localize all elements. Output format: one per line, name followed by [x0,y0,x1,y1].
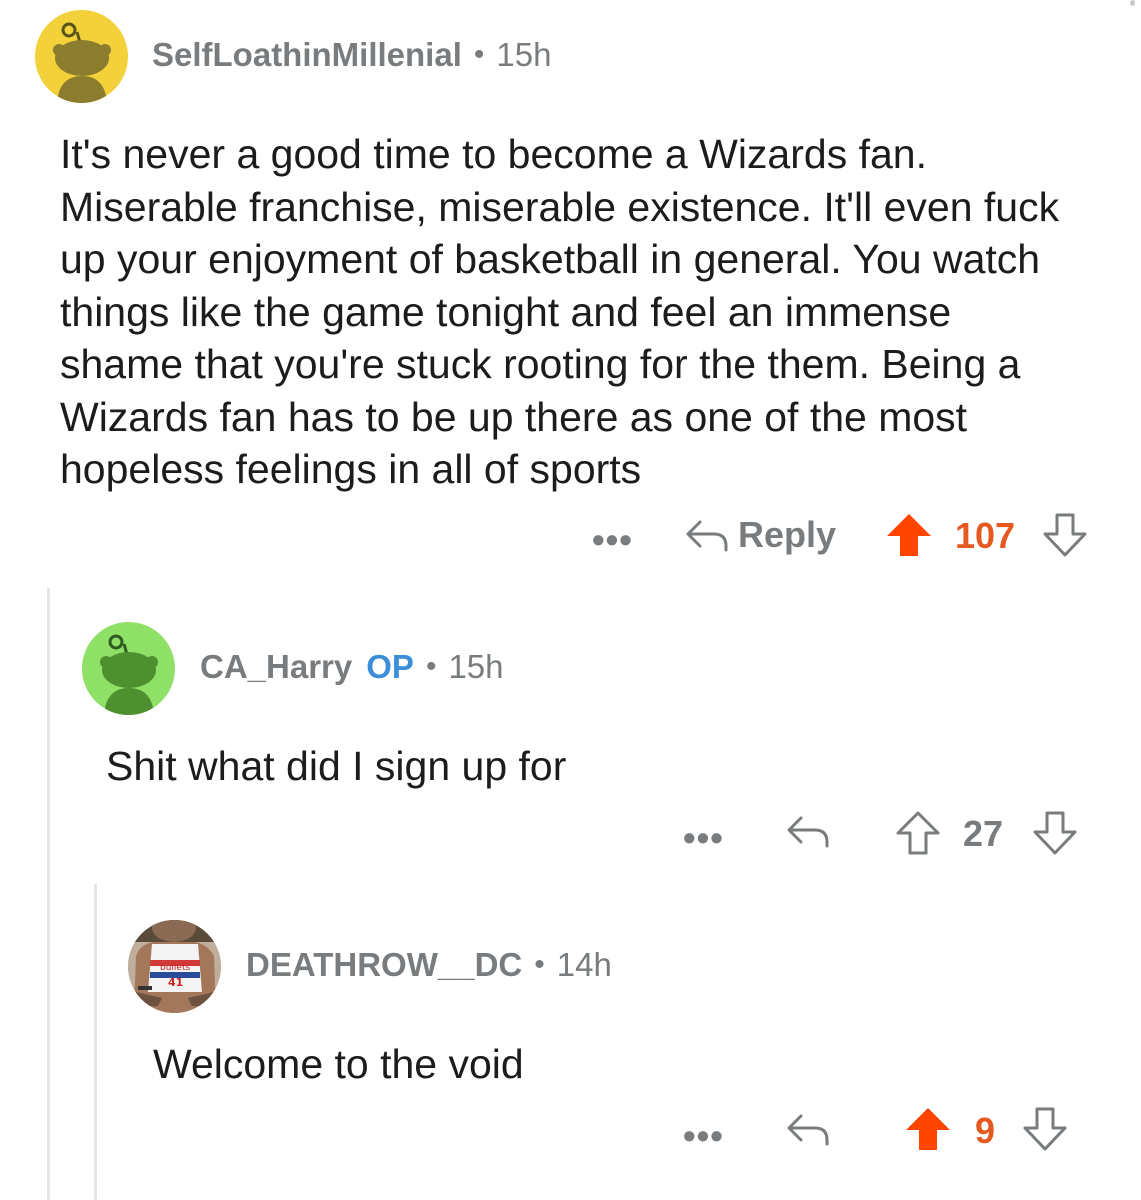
thread-line-level-2[interactable] [94,884,97,1200]
vote-score: 27 [963,813,1004,854]
downvote-icon[interactable] [1022,1106,1068,1152]
comment-body: Welcome to the void [153,1041,524,1087]
timestamp: 14h [556,946,612,983]
vote-score: 9 [975,1110,996,1151]
avatar[interactable] [35,10,128,103]
reply-icon[interactable] [785,1110,831,1148]
comment-body: It's never a good time to become a Wizar… [60,131,1060,492]
snoo-avatar-icon [53,22,111,103]
meta-separator: • [425,650,437,683]
thread-line-level-1[interactable] [47,588,50,1200]
meta-separator: • [473,38,485,71]
scrollbar-thumb[interactable] [1130,0,1135,6]
meta-separator: • [534,948,545,981]
snoo-avatar-icon [100,634,158,715]
reply-icon [686,520,728,552]
reply-label: Reply [738,514,837,555]
upvote-icon-active[interactable] [885,512,933,558]
avatar[interactable]: bullets 41 [128,920,221,1013]
svg-text:41: 41 [168,976,183,989]
upvote-icon[interactable] [895,810,941,856]
comment-body: Shit what did I sign up for [106,743,567,789]
username[interactable]: SelfLoathinMillenial [152,36,462,74]
timestamp: 15h [448,648,504,685]
more-options-button[interactable]: ••• [592,522,633,558]
username[interactable]: CA_Harry [200,648,352,686]
photo-avatar-icon: bullets 41 [128,920,221,1013]
downvote-icon[interactable] [1032,810,1078,856]
op-badge: OP [366,648,414,685]
comment-meta: DEATHROW__DC • 14h [246,946,612,984]
reply-icon[interactable] [785,812,831,850]
comment-meta: CA_Harry OP • 15h [200,648,504,686]
upvote-icon-active[interactable] [904,1106,952,1152]
svg-text:bullets: bullets [160,963,190,973]
reply-button[interactable]: Reply [684,514,836,556]
vote-score: 107 [955,515,1016,556]
comment-meta: SelfLoathinMillenial • 15h [152,36,551,74]
timestamp: 15h [496,36,552,73]
more-options-button[interactable]: ••• [683,820,724,856]
more-options-button[interactable]: ••• [683,1118,724,1154]
avatar[interactable] [82,622,175,715]
downvote-icon[interactable] [1042,512,1088,558]
username[interactable]: DEATHROW__DC [246,946,522,984]
